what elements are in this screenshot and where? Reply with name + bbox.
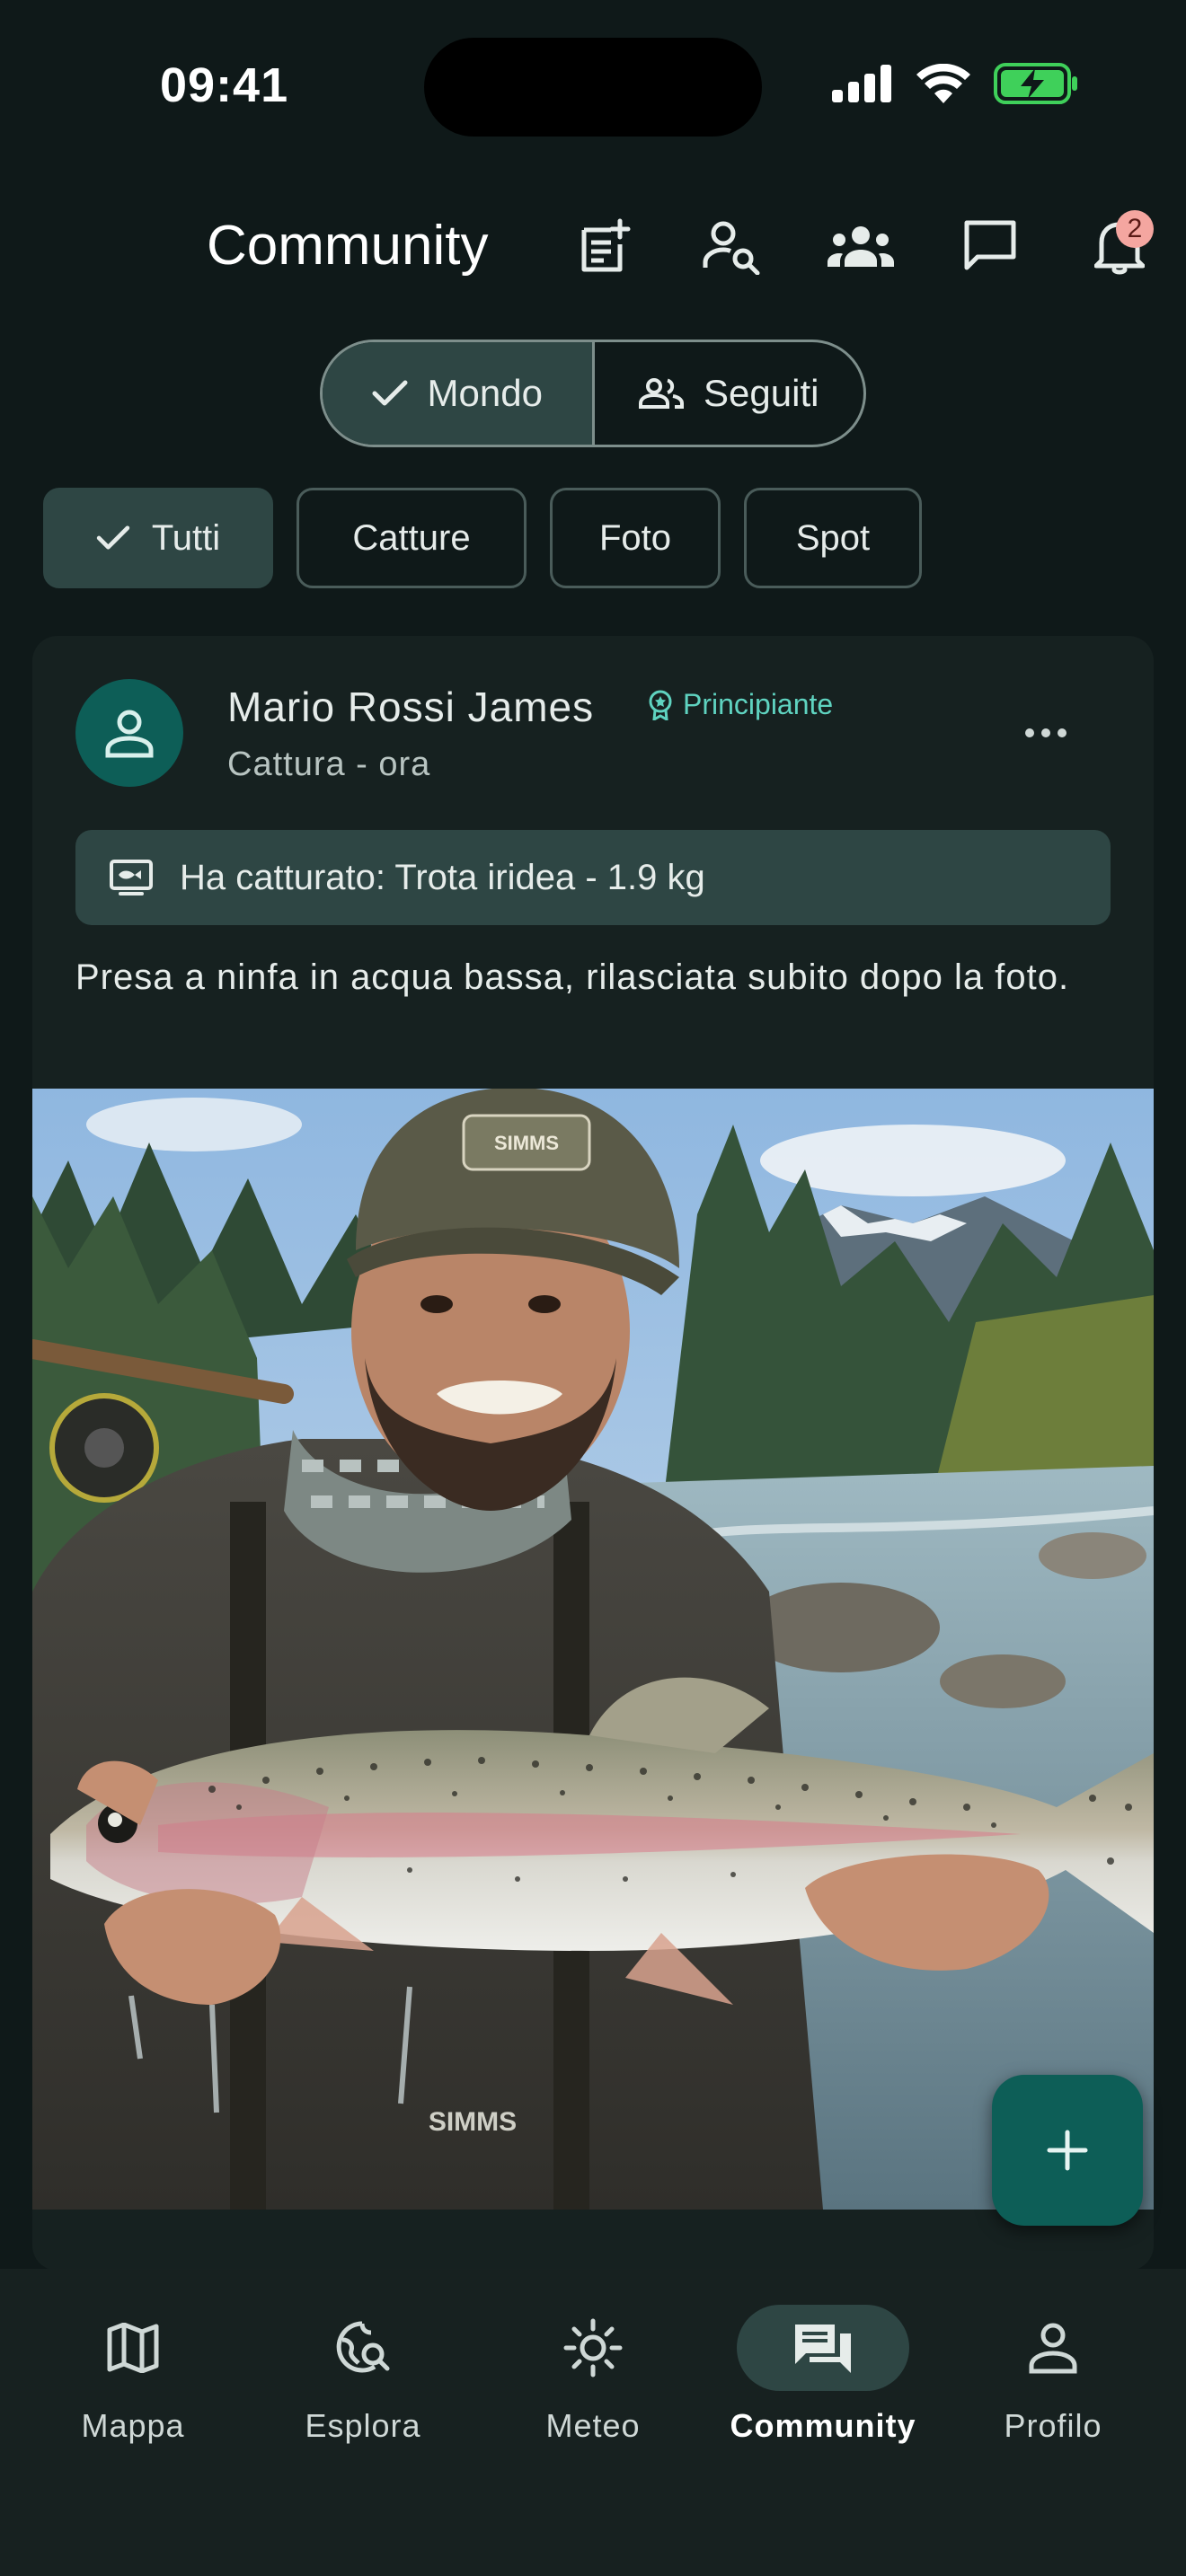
dynamic-island <box>424 38 762 137</box>
weather-icon <box>563 2318 623 2378</box>
groups-icon <box>828 226 894 267</box>
battery-charging-icon <box>994 63 1077 104</box>
chip-tutti-label: Tutti <box>151 517 221 558</box>
person-search-icon <box>703 221 760 275</box>
award-icon <box>649 690 672 720</box>
post-more-button[interactable] <box>1010 715 1082 751</box>
nav-item-meteo[interactable]: Meteo <box>485 2305 701 2576</box>
nav-icon-container <box>277 2305 449 2391</box>
chip-catture[interactable]: Catture <box>296 488 527 588</box>
explore-icon <box>336 2321 390 2373</box>
more-dot <box>1058 728 1067 737</box>
level-badge: Principiante <box>647 688 833 721</box>
wifi-icon <box>916 64 970 103</box>
cellular-signal-icon <box>832 65 891 102</box>
avatar[interactable] <box>75 679 183 787</box>
level-badge-label: Principiante <box>683 688 834 720</box>
catch-summary: Ha catturato: Trota iridea - 1.9 kg <box>180 857 705 897</box>
nav-label-profilo: Profilo <box>1004 2407 1102 2444</box>
post-photo[interactable]: SIMMS SIMMS <box>32 1089 1154 2210</box>
nav-label-esplora: Esplora <box>305 2407 421 2444</box>
chat-icon <box>964 220 1016 270</box>
nav-icon-container <box>507 2305 679 2391</box>
chip-tutti[interactable]: Tutti <box>43 488 273 588</box>
catch-banner: Ha catturato: Trota iridea - 1.9 kg <box>75 830 1111 925</box>
nav-icon-container <box>47 2305 219 2391</box>
check-icon <box>372 380 408 406</box>
post-text: Presa a ninfa in acqua bassa, rilasciata… <box>75 957 1070 997</box>
app-header: Community 2 <box>0 180 1186 314</box>
nav-label-meteo: Meteo <box>545 2407 641 2444</box>
map-icon <box>107 2323 159 2373</box>
vest-logo: SIMMS <box>429 2107 517 2137</box>
profile-icon <box>1029 2323 1077 2374</box>
messages-button[interactable] <box>954 210 1026 282</box>
chip-foto[interactable]: Foto <box>550 488 721 588</box>
nav-icon-container <box>967 2305 1139 2391</box>
page-title: Community <box>207 215 489 277</box>
fish-card-icon <box>110 860 153 895</box>
feed-scope-toggle: Mondo Seguiti <box>320 340 866 447</box>
chip-spot-label: Spot <box>795 517 871 558</box>
notifications-button[interactable]: 2 <box>1084 210 1155 282</box>
author-name[interactable]: Mario Rossi James <box>227 683 594 731</box>
fishing-photo: SIMMS SIMMS <box>32 1089 1154 2210</box>
segment-mondo-label: Mondo <box>427 372 543 414</box>
groups-button[interactable] <box>825 210 897 282</box>
check-icon <box>96 525 130 550</box>
nav-item-profilo[interactable]: Profilo <box>945 2305 1161 2576</box>
chip-catture-label: Catture <box>352 517 471 558</box>
plus-icon <box>1047 2130 1088 2171</box>
bottom-navigation: Mappa Esplora Meteo Community Profilo <box>0 2269 1186 2576</box>
more-dot <box>1041 728 1050 737</box>
more-dot <box>1025 728 1034 737</box>
cap-logo: SIMMS <box>494 1132 559 1154</box>
post-card: Mario Rossi James Principiante Cattura -… <box>32 636 1154 2271</box>
segment-mondo[interactable]: Mondo <box>323 342 592 445</box>
people-icon <box>639 378 685 409</box>
nav-label-mappa: Mappa <box>81 2407 185 2444</box>
nav-item-mappa[interactable]: Mappa <box>25 2305 241 2576</box>
nav-item-community[interactable]: Community <box>715 2305 931 2576</box>
create-post-fab[interactable] <box>992 2075 1143 2226</box>
chip-foto-label: Foto <box>598 517 672 558</box>
segment-seguiti[interactable]: Seguiti <box>591 342 864 445</box>
new-post-button[interactable] <box>568 210 640 282</box>
status-time: 09:41 <box>160 58 289 112</box>
nav-label-community: Community <box>730 2407 916 2444</box>
post-meta: Cattura - ora <box>227 745 431 783</box>
filter-chips: Tutti Catture Foto Spot <box>43 488 922 588</box>
new-post-icon <box>581 218 631 272</box>
status-icons <box>832 63 1078 104</box>
nav-item-esplora[interactable]: Esplora <box>255 2305 471 2576</box>
community-icon <box>795 2325 851 2373</box>
notification-badge: 2 <box>1116 210 1154 248</box>
chip-spot[interactable]: Spot <box>744 488 922 588</box>
person-icon <box>105 710 154 758</box>
search-users-button[interactable] <box>695 210 767 282</box>
nav-icon-container <box>737 2305 909 2391</box>
segment-seguiti-label: Seguiti <box>704 372 819 414</box>
status-bar: 09:41 <box>0 0 1186 171</box>
